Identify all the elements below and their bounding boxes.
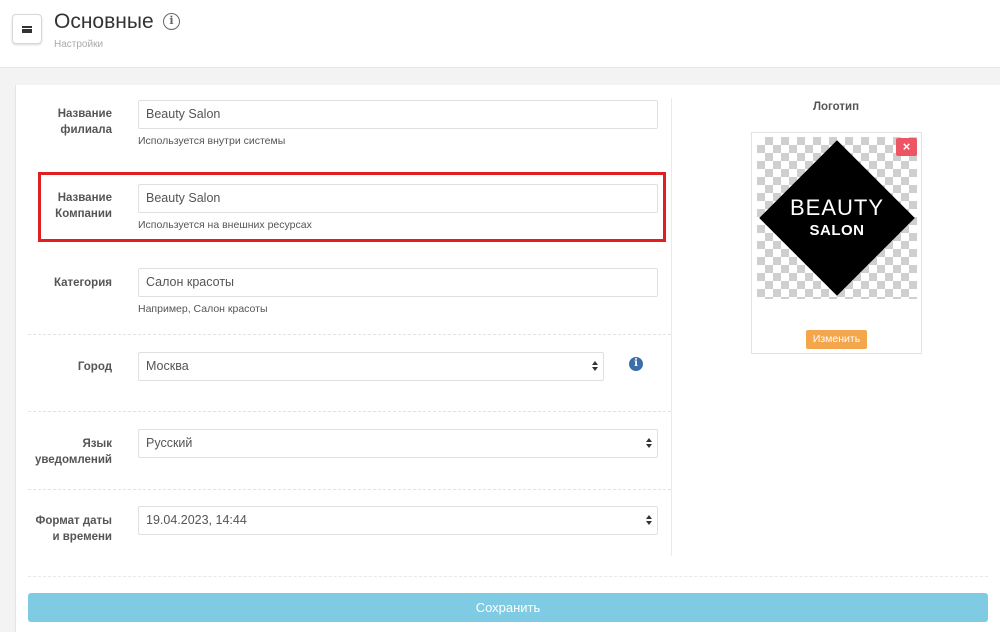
save-button[interactable]: Сохранить	[28, 593, 988, 622]
logo-text-beauty: BEAUTY	[789, 195, 885, 220]
breadcrumb: Настройки	[54, 39, 104, 50]
city-label: Город	[77, 361, 112, 373]
select-arrows-icon	[645, 515, 653, 527]
city-select[interactable]: Москва	[138, 352, 604, 381]
branch-name-input[interactable]: Beauty Salon	[138, 100, 658, 129]
menu-toggle-button[interactable]	[12, 14, 42, 44]
page-header: Основные i Настройки	[0, 0, 1000, 68]
divider	[28, 411, 671, 412]
page-title: Основные	[54, 10, 154, 33]
city-info-icon[interactable]: i	[629, 357, 643, 371]
notify-lang-label: Язык уведомлений	[34, 438, 112, 466]
column-divider	[671, 98, 672, 556]
notify-lang-value: Русский	[146, 436, 193, 450]
date-format-value: 19.04.2023, 14:44	[146, 513, 247, 527]
delete-logo-button[interactable]: ×	[896, 138, 917, 156]
info-icon[interactable]: i	[163, 13, 180, 30]
select-arrows-icon	[645, 438, 653, 450]
logo-title: Логотип	[812, 101, 860, 113]
select-arrows-icon	[591, 361, 599, 373]
change-logo-button[interactable]: Изменить	[806, 330, 867, 349]
date-format-select[interactable]: 19.04.2023, 14:44	[138, 506, 658, 535]
category-input[interactable]: Салон красоты	[138, 268, 658, 297]
category-label: Категория	[53, 277, 112, 289]
city-select-value: Москва	[146, 359, 189, 373]
highlight-box	[38, 172, 666, 242]
logo-panel: BEAUTY SALON × Изменить	[751, 132, 922, 354]
divider	[28, 576, 988, 577]
logo-image: BEAUTY SALON	[757, 137, 917, 299]
hamburger-icon	[22, 25, 32, 33]
logo-text-salon: SALON	[809, 222, 865, 239]
branch-name-label: Название филиала	[57, 108, 112, 136]
divider	[28, 334, 671, 335]
date-format-label: Формат даты и времени	[35, 515, 112, 543]
notify-lang-select[interactable]: Русский	[138, 429, 658, 458]
divider	[28, 489, 671, 490]
category-help: Например, Салон красоты	[138, 303, 268, 315]
branch-name-help: Используется внутри системы	[138, 135, 286, 147]
